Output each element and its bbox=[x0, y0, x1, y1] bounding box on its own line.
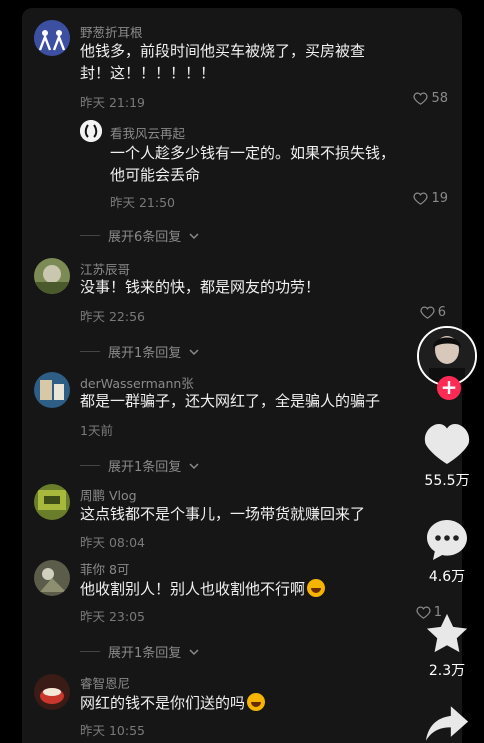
like-video-button[interactable]: 55.5万 bbox=[410, 422, 484, 490]
expand-label: 展开1条回复 bbox=[108, 646, 182, 661]
comment-text: 都是一群骗子，还大网红了，全是骗人的骗子 bbox=[80, 392, 381, 410]
comment-text: 他钱多，前段时间他买车被烧了，买房被查封！这！！！！！！ bbox=[80, 42, 366, 82]
comment-bubble-icon bbox=[427, 520, 467, 560]
divider bbox=[80, 465, 100, 466]
chevron-down-icon bbox=[189, 462, 199, 469]
comment-count: 4.6万 bbox=[428, 569, 466, 585]
like-button[interactable]: 58 bbox=[413, 91, 448, 106]
comment-username[interactable]: 菲你 8可 bbox=[80, 559, 129, 578]
expand-label: 展开1条回复 bbox=[108, 460, 182, 475]
divider bbox=[80, 651, 100, 652]
expand-label: 展开1条回复 bbox=[108, 346, 182, 361]
expand-replies-button[interactable]: 展开1条回复 bbox=[80, 642, 199, 661]
favorite-count: 2.3万 bbox=[428, 663, 466, 679]
divider bbox=[80, 351, 100, 352]
reply-text: 一个人趁多少钱有一定的。如果不损失钱，他可能会丢命 bbox=[110, 144, 396, 184]
comment-username[interactable]: 睿智恩尼 bbox=[80, 673, 130, 692]
chevron-down-icon bbox=[189, 348, 199, 355]
avatar[interactable] bbox=[34, 258, 70, 294]
heart-icon bbox=[424, 424, 470, 464]
comment-username[interactable]: 周鹏 Vlog bbox=[80, 485, 137, 504]
follow-plus-button[interactable]: + bbox=[437, 376, 461, 400]
star-icon bbox=[426, 613, 468, 653]
comment-text: 没事！钱来的快，都是网友的功劳！ bbox=[80, 278, 321, 296]
chevron-down-icon bbox=[189, 648, 199, 655]
comment-username[interactable]: 野葱折耳根 bbox=[80, 22, 143, 41]
avatar[interactable] bbox=[34, 484, 70, 520]
grinning-emoji-icon bbox=[247, 693, 266, 711]
like-button[interactable]: 19 bbox=[413, 191, 448, 206]
avatar[interactable] bbox=[80, 120, 102, 142]
like-count: 6 bbox=[437, 305, 446, 320]
share-arrow-icon bbox=[425, 706, 469, 741]
chevron-down-icon bbox=[189, 232, 199, 239]
comment-time: 昨天 08:04 bbox=[80, 535, 145, 550]
comment-time: 昨天 23:05 bbox=[80, 609, 145, 624]
laughing-emoji-icon bbox=[307, 579, 326, 597]
favorite-button[interactable]: 2.3万 bbox=[410, 612, 484, 680]
like-button[interactable]: 6 bbox=[420, 305, 446, 320]
avatar[interactable] bbox=[34, 674, 70, 710]
comment-time: 昨天 22:56 bbox=[80, 309, 145, 324]
share-button[interactable] bbox=[410, 704, 484, 743]
like-count: 55.5万 bbox=[424, 473, 470, 489]
comment-text: 网红的钱不是你们送的吗 bbox=[80, 692, 380, 714]
expand-label: 展开6条回复 bbox=[108, 230, 182, 245]
avatar[interactable] bbox=[34, 560, 70, 596]
avatar[interactable] bbox=[34, 372, 70, 408]
reply-username[interactable]: 看我风云再起 bbox=[110, 123, 185, 142]
comment-time: 昨天 21:19 bbox=[80, 95, 145, 110]
comment-time: 1天前 bbox=[80, 423, 113, 438]
like-count: 19 bbox=[431, 191, 448, 206]
reply-time: 昨天 21:50 bbox=[110, 195, 175, 210]
avatar[interactable] bbox=[34, 20, 70, 56]
heart-icon bbox=[413, 192, 429, 205]
comment-text-content: 网红的钱不是你们送的吗 bbox=[80, 694, 246, 712]
comment-text: 他收割别人！别人也收割他不行啊 bbox=[80, 578, 380, 600]
heart-icon bbox=[420, 306, 435, 319]
like-count: 58 bbox=[431, 91, 448, 106]
comment-text-content: 他收割别人！别人也收割他不行啊 bbox=[80, 580, 306, 598]
expand-replies-button[interactable]: 展开1条回复 bbox=[80, 342, 199, 361]
heart-icon bbox=[413, 92, 429, 105]
expand-replies-button[interactable]: 展开1条回复 bbox=[80, 456, 199, 475]
comment-button[interactable]: 4.6万 bbox=[410, 516, 484, 586]
comment-time: 昨天 10:55 bbox=[80, 723, 145, 738]
comment-text: 这点钱都不是个事儿，一场带货就赚回来了 bbox=[80, 505, 366, 523]
expand-replies-button[interactable]: 展开6条回复 bbox=[80, 226, 199, 245]
divider bbox=[80, 235, 100, 236]
comments-panel: 野葱折耳根 他钱多，前段时间他买车被烧了，买房被查封！这！！！！！！ 昨天 21… bbox=[22, 8, 462, 743]
